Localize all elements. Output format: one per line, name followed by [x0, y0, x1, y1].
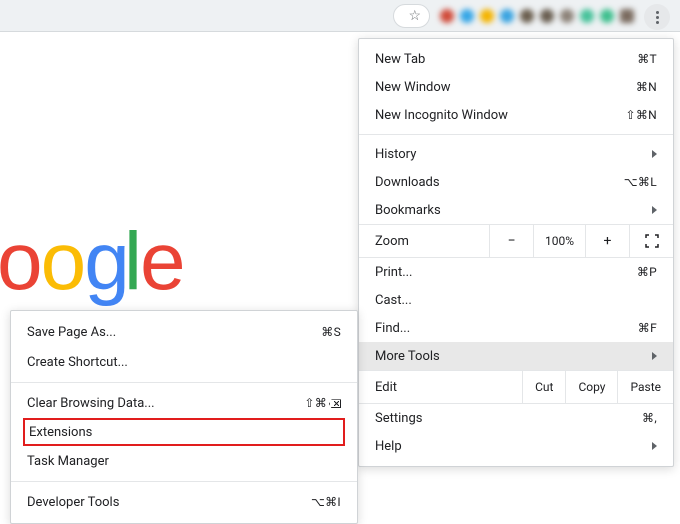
menu-item-settings[interactable]: Settings ⌘, — [359, 404, 673, 432]
menu-shortcut: ⌘S — [321, 325, 341, 339]
menu-separator — [11, 382, 357, 383]
menu-item-more-tools[interactable]: More Tools — [359, 342, 673, 370]
menu-label: Find... — [375, 321, 638, 336]
menu-item-edit: Edit Cut Copy Paste — [359, 370, 673, 404]
submenu-item-save-page[interactable]: Save Page As... ⌘S — [11, 317, 357, 347]
submenu-item-clear-data[interactable]: Clear Browsing Data... ⇧⌘ — [11, 388, 357, 418]
menu-label: Help — [375, 439, 644, 454]
submenu-item-extensions[interactable]: Extensions — [23, 418, 345, 446]
extension-icons-blurred — [436, 9, 638, 23]
submenu-item-task-manager[interactable]: Task Manager — [11, 446, 357, 476]
menu-item-cast[interactable]: Cast... — [359, 286, 673, 314]
menu-label: New Window — [375, 80, 636, 95]
omnibox-tail[interactable]: ☆ — [393, 4, 430, 28]
chrome-main-menu: New Tab ⌘T New Window ⌘N New Incognito W… — [358, 38, 674, 467]
menu-label: Cast... — [375, 293, 657, 308]
menu-shortcut: ⌥⌘I — [311, 495, 341, 509]
menu-shortcut: ⌘N — [636, 80, 657, 94]
browser-toolbar: ☆ — [0, 0, 680, 32]
extension-icon[interactable] — [560, 9, 574, 23]
menu-shortcut: ⌘T — [637, 52, 657, 66]
menu-shortcut: ⇧⌘N — [625, 108, 657, 122]
submenu-arrow-icon — [652, 352, 657, 360]
zoom-out-button[interactable]: − — [489, 225, 533, 257]
bookmark-star-icon[interactable]: ☆ — [408, 9, 421, 23]
menu-label: Extensions — [29, 425, 92, 440]
menu-item-downloads[interactable]: Downloads ⌥⌘L — [359, 168, 673, 196]
menu-label: More Tools — [375, 349, 644, 364]
toolbar-right: ☆ — [0, 4, 638, 28]
menu-item-new-tab[interactable]: New Tab ⌘T — [359, 45, 673, 73]
menu-label: Settings — [375, 411, 642, 426]
extension-icon[interactable] — [500, 9, 514, 23]
edit-cut-button[interactable]: Cut — [522, 371, 565, 403]
zoom-in-button[interactable]: + — [585, 225, 629, 257]
profile-avatar[interactable] — [620, 9, 634, 23]
submenu-item-create-shortcut[interactable]: Create Shortcut... — [11, 347, 357, 377]
menu-item-zoom: Zoom − 100% + — [359, 224, 673, 258]
menu-label: Clear Browsing Data... — [27, 396, 304, 411]
extension-icon[interactable] — [540, 9, 554, 23]
menu-label: Developer Tools — [27, 495, 311, 510]
menu-label: Bookmarks — [375, 203, 644, 218]
fullscreen-icon — [645, 234, 659, 248]
menu-separator — [11, 481, 357, 482]
menu-label: New Incognito Window — [375, 108, 625, 123]
fullscreen-button[interactable] — [629, 225, 673, 257]
extension-icon[interactable] — [600, 9, 614, 23]
menu-label: Edit — [359, 380, 522, 395]
menu-item-history[interactable]: History — [359, 140, 673, 168]
menu-item-incognito[interactable]: New Incognito Window ⇧⌘N — [359, 101, 673, 129]
menu-label: Save Page As... — [27, 325, 321, 340]
menu-label: Zoom — [359, 234, 489, 249]
menu-label: Print... — [375, 265, 637, 280]
menu-shortcut: ⌘F — [638, 321, 657, 335]
extension-icon[interactable] — [440, 9, 454, 23]
submenu-arrow-icon — [652, 206, 657, 214]
chrome-menu-button[interactable] — [644, 4, 670, 30]
menu-label: Task Manager — [27, 454, 341, 469]
more-tools-submenu: Save Page As... ⌘S Create Shortcut... Cl… — [10, 310, 358, 524]
menu-item-help[interactable]: Help — [359, 432, 673, 460]
menu-label: New Tab — [375, 52, 637, 67]
edit-copy-button[interactable]: Copy — [565, 371, 617, 403]
edit-paste-button[interactable]: Paste — [617, 371, 673, 403]
submenu-arrow-icon — [652, 442, 657, 450]
menu-separator — [359, 134, 673, 135]
google-logo-partial: oogle — [0, 215, 184, 309]
menu-label: Downloads — [375, 175, 624, 190]
menu-item-new-window[interactable]: New Window ⌘N — [359, 73, 673, 101]
menu-shortcut: ⌥⌘L — [624, 175, 657, 189]
zoom-level: 100% — [533, 225, 585, 257]
extension-icon[interactable] — [460, 9, 474, 23]
menu-label: History — [375, 147, 644, 162]
menu-shortcut: ⇧⌘ — [304, 396, 341, 410]
menu-shortcut: ⌘, — [642, 411, 657, 425]
submenu-item-dev-tools[interactable]: Developer Tools ⌥⌘I — [11, 487, 357, 517]
menu-item-bookmarks[interactable]: Bookmarks — [359, 196, 673, 224]
menu-shortcut: ⌘P — [637, 265, 657, 279]
menu-label: Create Shortcut... — [27, 355, 341, 370]
submenu-arrow-icon — [652, 150, 657, 158]
extension-icon[interactable] — [520, 9, 534, 23]
extension-icon[interactable] — [480, 9, 494, 23]
menu-item-find[interactable]: Find... ⌘F — [359, 314, 673, 342]
menu-item-print[interactable]: Print... ⌘P — [359, 258, 673, 286]
backspace-icon — [329, 399, 341, 408]
extension-icon[interactable] — [580, 9, 594, 23]
